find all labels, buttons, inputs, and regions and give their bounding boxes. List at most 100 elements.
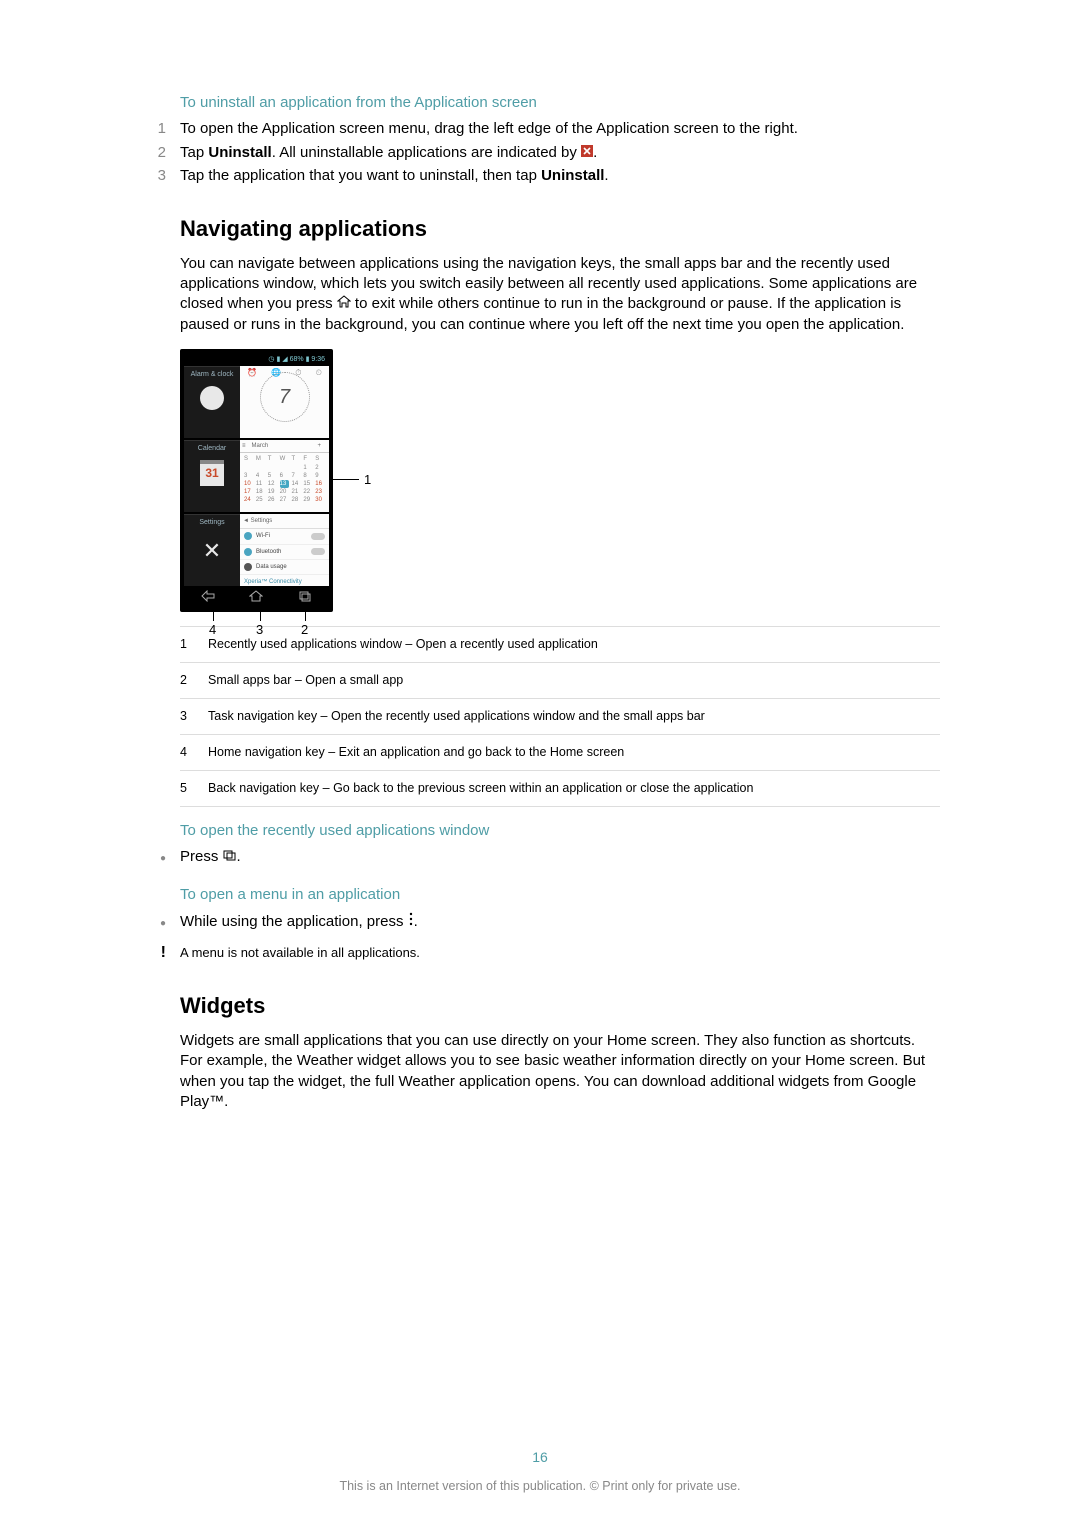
page-number: 16 <box>0 1448 1080 1467</box>
text-fragment: Press <box>180 848 223 865</box>
home-icon <box>337 294 351 314</box>
text-fragment: . <box>604 167 608 184</box>
callout-number: 2 <box>301 621 308 639</box>
settings-label: Bluetooth <box>256 548 281 556</box>
tile-preview: ◄ Settings Wi-Fi Bluetooth Data usage Xp… <box>240 514 329 586</box>
settings-label: Wi-Fi <box>256 532 270 540</box>
tile-label: Settings <box>199 518 224 527</box>
text-fragment: Tap <box>180 144 208 161</box>
warning-icon: ! <box>140 942 166 964</box>
list-item: 2 Tap Uninstall. All uninstallable appli… <box>140 143 940 163</box>
legend-text: Home navigation key – Exit an applicatio… <box>208 744 624 761</box>
legend-num: 1 <box>180 636 208 653</box>
text-fragment: While using the application, press <box>180 913 408 930</box>
app-tile-alarm: Alarm & clock ⏰🌐⏱⏲ 7 <box>184 366 329 438</box>
settings-header: ◄ Settings <box>240 514 329 529</box>
paragraph: Widgets are small applications that you … <box>180 1031 940 1112</box>
device-screenshot: ◷ ▮ ◢ 68% ▮ 9:36 Alarm & clock ⏰🌐⏱⏲ 7 <box>180 349 360 612</box>
bullet-item: ● Press . <box>140 847 940 867</box>
toggle <box>311 533 325 540</box>
list-number: 3 <box>140 166 166 186</box>
list-number: 1 <box>140 119 166 139</box>
tile-label-wrap: Alarm & clock <box>184 366 240 438</box>
settings-label: Xperia™ Connectivity <box>244 578 302 586</box>
settings-row: Data usage <box>240 560 329 575</box>
legend-table: 1Recently used applications window – Ope… <box>180 626 940 806</box>
calendar-grid: SMTWTFS 12 3456789 10111213141516 171819… <box>240 453 329 506</box>
settings-row: Bluetooth <box>240 545 329 560</box>
legend-row: 2Small apps bar – Open a small app <box>180 663 940 699</box>
list-number: 2 <box>140 143 166 163</box>
data-icon <box>244 563 252 571</box>
tile-label-wrap: Settings ✕ <box>184 514 240 586</box>
tile-label: Calendar <box>198 444 226 453</box>
clock-app-icon <box>200 386 224 410</box>
legend-row: 4Home navigation key – Exit an applicati… <box>180 735 940 771</box>
text-fragment: . <box>593 144 597 161</box>
settings-label: Data usage <box>256 563 287 571</box>
home-key-icon <box>249 588 263 608</box>
settings-row: Wi-Fi <box>240 529 329 544</box>
note-text: A menu is not available in all applicati… <box>180 944 940 962</box>
ordered-list-uninstall: 1 To open the Application screen menu, d… <box>140 119 940 186</box>
settings-row: Xperia™ Connectivity <box>240 575 329 587</box>
legend-text: Small apps bar – Open a small app <box>208 672 403 689</box>
callout-line <box>305 605 306 621</box>
legend-num: 4 <box>180 744 208 761</box>
app-tile-settings: Settings ✕ ◄ Settings Wi-Fi Bluetooth Da… <box>184 514 329 586</box>
callout-line <box>260 605 261 621</box>
bullet-text: While using the application, press . <box>180 912 940 932</box>
section-heading-uninstall: To uninstall an application from the App… <box>180 93 940 113</box>
callout-line <box>213 605 214 621</box>
legend-row: 3Task navigation key – Open the recently… <box>180 699 940 735</box>
callout-line <box>333 479 359 480</box>
app-tile-calendar: Calendar 31 ≡March+ SMTWTFS 12 3456789 1… <box>184 440 329 512</box>
footer-note: This is an Internet version of this publ… <box>0 1478 1080 1495</box>
page: To uninstall an application from the App… <box>0 0 1080 1527</box>
calendar-month: March <box>252 442 269 450</box>
text-fragment: . All uninstallable applications are ind… <box>272 144 581 161</box>
status-time: 9:36 <box>311 356 325 363</box>
bullet-dot: ● <box>140 917 166 931</box>
x-box-icon <box>581 143 593 163</box>
list-item: 3 Tap the application that you want to u… <box>140 166 940 186</box>
legend-text: Back navigation key – Go back to the pre… <box>208 780 753 797</box>
legend-num: 3 <box>180 708 208 725</box>
section-heading-menu: To open a menu in an application <box>180 885 940 905</box>
wifi-icon <box>244 532 252 540</box>
text-bold: Uninstall <box>208 144 271 161</box>
section-heading-recent: To open the recently used applications w… <box>180 821 940 841</box>
status-bar: ◷ ▮ ◢ 68% ▮ 9:36 <box>184 353 329 366</box>
bullet-item: ● While using the application, press . <box>140 912 940 932</box>
bluetooth-icon <box>244 548 252 556</box>
callout-number: 4 <box>209 621 216 639</box>
bullet-dot: ● <box>140 852 166 866</box>
callout-number: 3 <box>256 621 263 639</box>
text-fragment: Tap the application that you want to uni… <box>180 167 541 184</box>
tile-preview: ⏰🌐⏱⏲ 7 <box>240 366 329 438</box>
section-heading-widgets: Widgets <box>180 991 940 1021</box>
toggle <box>311 548 325 555</box>
status-icons: ◷ ▮ ◢ <box>268 356 287 363</box>
calendar-app-icon: 31 <box>200 460 224 486</box>
tile-label: Alarm & clock <box>191 370 234 379</box>
legend-row: 1Recently used applications window – Ope… <box>180 626 940 663</box>
device-frame: ◷ ▮ ◢ 68% ▮ 9:36 Alarm & clock ⏰🌐⏱⏲ 7 <box>180 349 333 612</box>
list-text: Tap Uninstall. All uninstallable applica… <box>180 143 940 163</box>
paragraph: You can navigate between applications us… <box>180 254 940 335</box>
settings-app-icon: ✕ <box>203 536 221 566</box>
list-text: To open the Application screen menu, dra… <box>180 119 940 139</box>
settings-header-label: Settings <box>251 518 273 524</box>
text-fragment: . <box>237 848 241 865</box>
tile-preview: ≡March+ SMTWTFS 12 3456789 1011121314151… <box>240 440 329 512</box>
legend-row: 5Back navigation key – Go back to the pr… <box>180 771 940 807</box>
legend-text: Recently used applications window – Open… <box>208 636 598 653</box>
list-item: 1 To open the Application screen menu, d… <box>140 119 940 139</box>
section-heading-navigating: Navigating applications <box>180 214 940 244</box>
list-text: Tap the application that you want to uni… <box>180 166 940 186</box>
bullet-text: Press . <box>180 847 940 867</box>
legend-text: Task navigation key – Open the recently … <box>208 708 705 725</box>
legend-num: 5 <box>180 780 208 797</box>
clock-face: 7 <box>260 372 310 422</box>
tile-label-wrap: Calendar 31 <box>184 440 240 512</box>
